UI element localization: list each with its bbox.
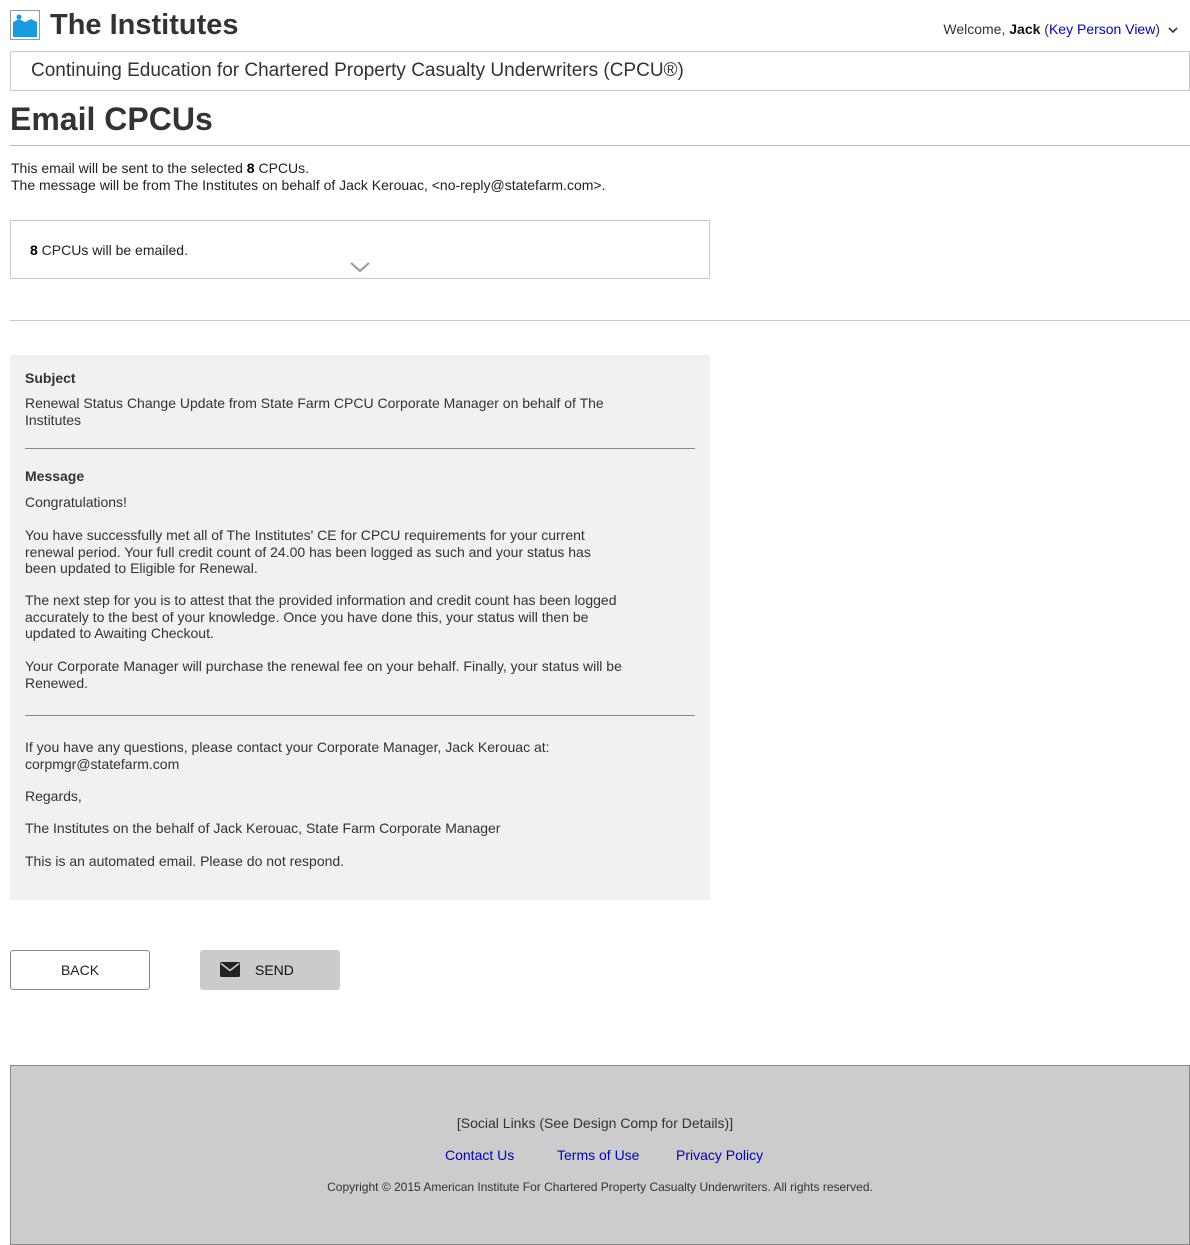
footer-social-placeholder: [Social Links (See Design Comp for Detai…	[456, 1115, 734, 1131]
footer-link-contact-us[interactable]: Contact Us	[445, 1146, 514, 1164]
section-divider	[10, 320, 1190, 321]
title-divider	[10, 145, 1190, 146]
footer-link-terms-of-use[interactable]: Terms of Use	[557, 1146, 639, 1164]
message-greeting: Congratulations!	[25, 494, 127, 510]
program-title-bar: Continuing Education for Chartered Prope…	[10, 51, 1190, 91]
regards-text: Regards,	[25, 788, 82, 804]
subject-label: Subject	[25, 370, 76, 386]
message-paragraph-2: The next step for you is to attest that …	[25, 592, 617, 641]
chevron-down-icon[interactable]	[1166, 23, 1180, 37]
send-label: SEND	[255, 962, 294, 978]
selected-count: 8	[246, 160, 255, 176]
contact-text: If you have any questions, please contac…	[25, 739, 550, 772]
send-button[interactable]: SEND	[200, 950, 340, 990]
message-divider	[25, 715, 695, 716]
message-paragraph-3: Your Corporate Manager will purchase the…	[25, 658, 622, 691]
automated-notice: This is an automated email. Please do no…	[25, 853, 345, 869]
message-label: Message	[25, 468, 85, 484]
key-person-view-link[interactable]: Key Person View	[1049, 21, 1155, 37]
signature-text: The Institutes on the behalf of Jack Ker…	[25, 820, 501, 836]
recipients-summary: 8 CPCUs will be emailed.	[30, 242, 188, 259]
user-name: Jack	[1009, 21, 1041, 37]
page-title: Email CPCUs	[10, 101, 213, 137]
intro-prefix: This email will be sent to the selected	[11, 160, 247, 176]
footer-link-privacy-policy[interactable]: Privacy Policy	[676, 1146, 763, 1164]
message-paragraph-1: You have successfully met all of The Ins…	[25, 527, 591, 576]
intro-line-1: This email will be sent to the selected …	[11, 160, 605, 177]
welcome-prefix: Welcome,	[943, 21, 1010, 37]
expand-chevron-icon[interactable]	[349, 260, 371, 274]
footer-copyright: Copyright © 2015 American Institute For …	[327, 1180, 873, 1194]
envelope-icon	[220, 962, 240, 977]
subject-text: Renewal Status Change Update from State …	[25, 395, 604, 428]
recipients-count: 8	[30, 242, 38, 258]
open-paren: (	[1040, 21, 1049, 37]
intro-text: This email will be sent to the selected …	[11, 160, 605, 194]
intro-line-2: The message will be from The Institutes …	[11, 177, 606, 193]
brand-title: The Institutes	[50, 9, 239, 41]
close-paren: )	[1155, 21, 1160, 37]
intro-suffix: CPCUs.	[254, 160, 310, 176]
back-button[interactable]: BACK	[10, 950, 150, 990]
subject-divider	[25, 448, 695, 449]
logo-image-icon	[13, 13, 37, 37]
welcome-menu[interactable]: Welcome, Jack (Key Person View)	[943, 20, 1180, 38]
recipients-summary-label: CPCUs will be emailed.	[37, 242, 188, 258]
logo	[10, 10, 40, 40]
